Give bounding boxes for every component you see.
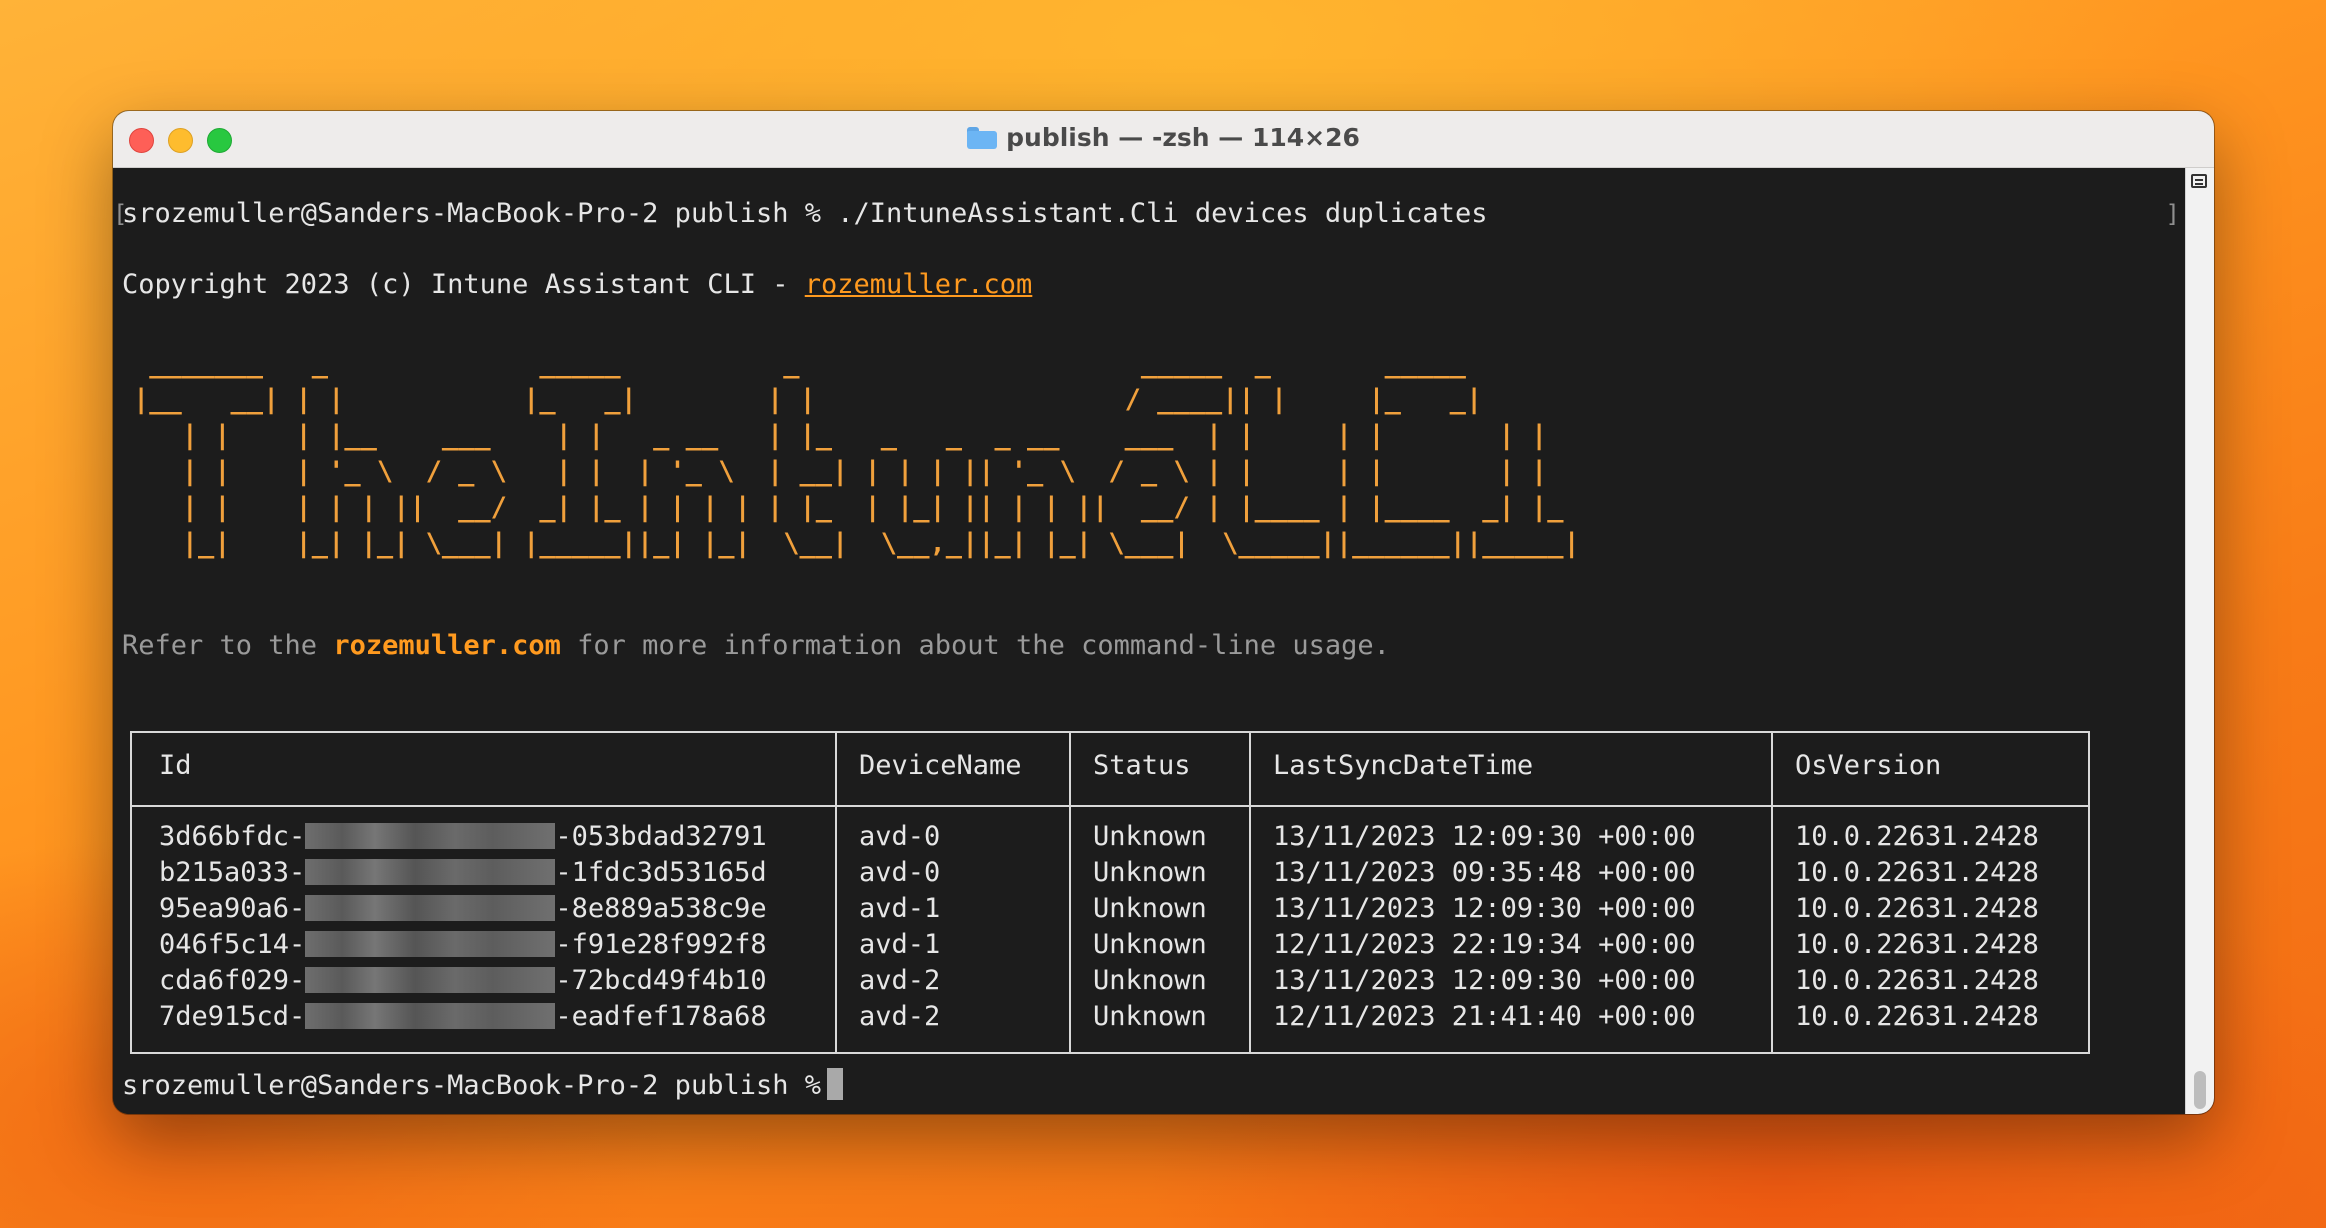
title-bar[interactable]: publish — -zsh — 114×26 <box>113 111 2214 168</box>
table-row: 7de915cd- -eadfef178a68 avd-2 Unknown 12/… <box>132 999 2088 1035</box>
device-status: Unknown <box>1093 965 1207 996</box>
redacted-block <box>305 895 556 921</box>
device-name: avd-2 <box>859 965 941 996</box>
device-id: b215a033- -1fdc3d53165d <box>159 857 767 888</box>
device-name: avd-0 <box>859 857 941 888</box>
device-last-sync: 12/11/2023 22:19:34 +00:00 <box>1273 929 1696 960</box>
window-title-text: publish — -zsh — 114×26 <box>1006 123 1360 152</box>
folder-icon <box>967 127 998 149</box>
copyright-text: Copyright 2023 (c) Intune Assistant CLI … <box>122 269 805 300</box>
device-id: cda6f029- -72bcd49f4b10 <box>159 965 767 996</box>
mark-bracket-right: ] <box>2165 200 2180 228</box>
header-last-sync: LastSyncDateTime <box>1273 750 1534 781</box>
window-title: publish — -zsh — 114×26 <box>113 123 2214 152</box>
terminal-window: publish — -zsh — 114×26 [ srozemuller@Sa… <box>113 111 2214 1114</box>
device-last-sync: 13/11/2023 12:09:30 +00:00 <box>1273 893 1696 924</box>
copyright-line: Copyright 2023 (c) Intune Assistant CLI … <box>122 267 1032 303</box>
table-row: b215a033- -1fdc3d53165d avd-0 Unknown 13/… <box>132 855 2088 891</box>
header-status: Status <box>1093 750 1191 781</box>
redacted-block <box>305 1003 556 1029</box>
terminal-output[interactable]: [ srozemuller@Sanders-MacBook-Pro-2 publ… <box>113 168 2214 1114</box>
device-id: 95ea90a6- -8e889a538c9e <box>159 893 767 924</box>
command-line: srozemuller@Sanders-MacBook-Pro-2 publis… <box>122 198 1488 229</box>
header-device-name: DeviceName <box>859 750 1022 781</box>
device-os-version: 10.0.22631.2428 <box>1795 821 2039 852</box>
text-cursor <box>826 1068 843 1100</box>
device-os-version: 10.0.22631.2428 <box>1795 893 2039 924</box>
header-os-version: OsVersion <box>1795 750 1942 781</box>
device-last-sync: 13/11/2023 12:09:30 +00:00 <box>1273 821 1696 852</box>
scroll-thumb[interactable] <box>2194 1071 2206 1109</box>
device-status: Unknown <box>1093 893 1207 924</box>
header-id: Id <box>159 750 192 781</box>
ascii-banner: _______ _ _____ _ _____ _ _____ |__ __| … <box>133 348 1580 559</box>
device-name: avd-1 <box>859 893 941 924</box>
devices-table: Id DeviceName Status LastSyncDateTime Os… <box>130 731 2090 1054</box>
info-line: Refer to the rozemuller.com for more inf… <box>122 628 1390 664</box>
table-row: 3d66bfdc- -053bdad32791 avd-0 Unknown 13/… <box>132 819 2088 855</box>
device-id: 7de915cd- -eadfef178a68 <box>159 1001 767 1032</box>
prompt-text: srozemuller@Sanders-MacBook-Pro-2 publis… <box>122 1070 821 1101</box>
prompt-line[interactable]: srozemuller@Sanders-MacBook-Pro-2 publis… <box>122 1068 843 1104</box>
device-name: avd-2 <box>859 1001 941 1032</box>
header-divider <box>132 805 2088 807</box>
device-status: Unknown <box>1093 929 1207 960</box>
menu-icon[interactable] <box>2191 174 2207 188</box>
info-link[interactable]: rozemuller.com <box>333 630 561 661</box>
device-os-version: 10.0.22631.2428 <box>1795 929 2039 960</box>
device-last-sync: 12/11/2023 21:41:40 +00:00 <box>1273 1001 1696 1032</box>
redacted-block <box>305 931 556 957</box>
device-status: Unknown <box>1093 857 1207 888</box>
redacted-block <box>305 967 556 993</box>
table-row: 95ea90a6- -8e889a538c9e avd-1 Unknown 13/… <box>132 891 2088 927</box>
table-row: cda6f029- -72bcd49f4b10 avd-2 Unknown 13/… <box>132 963 2088 999</box>
redacted-block <box>305 859 556 885</box>
redacted-block <box>305 823 556 849</box>
device-status: Unknown <box>1093 821 1207 852</box>
device-name: avd-1 <box>859 929 941 960</box>
device-os-version: 10.0.22631.2428 <box>1795 965 2039 996</box>
device-name: avd-0 <box>859 821 941 852</box>
scrollbar[interactable] <box>2185 168 2214 1114</box>
device-os-version: 10.0.22631.2428 <box>1795 1001 2039 1032</box>
device-os-version: 10.0.22631.2428 <box>1795 857 2039 888</box>
table-row: 046f5c14- -f91e28f992f8 avd-1 Unknown 12/… <box>132 927 2088 963</box>
device-id: 3d66bfdc- -053bdad32791 <box>159 821 767 852</box>
device-id: 046f5c14- -f91e28f992f8 <box>159 929 767 960</box>
device-status: Unknown <box>1093 1001 1207 1032</box>
info-suffix: for more information about the command-l… <box>560 630 1390 661</box>
device-last-sync: 13/11/2023 12:09:30 +00:00 <box>1273 965 1696 996</box>
copyright-link[interactable]: rozemuller.com <box>805 269 1033 300</box>
device-last-sync: 13/11/2023 09:35:48 +00:00 <box>1273 857 1696 888</box>
info-prefix: Refer to the <box>122 630 334 661</box>
